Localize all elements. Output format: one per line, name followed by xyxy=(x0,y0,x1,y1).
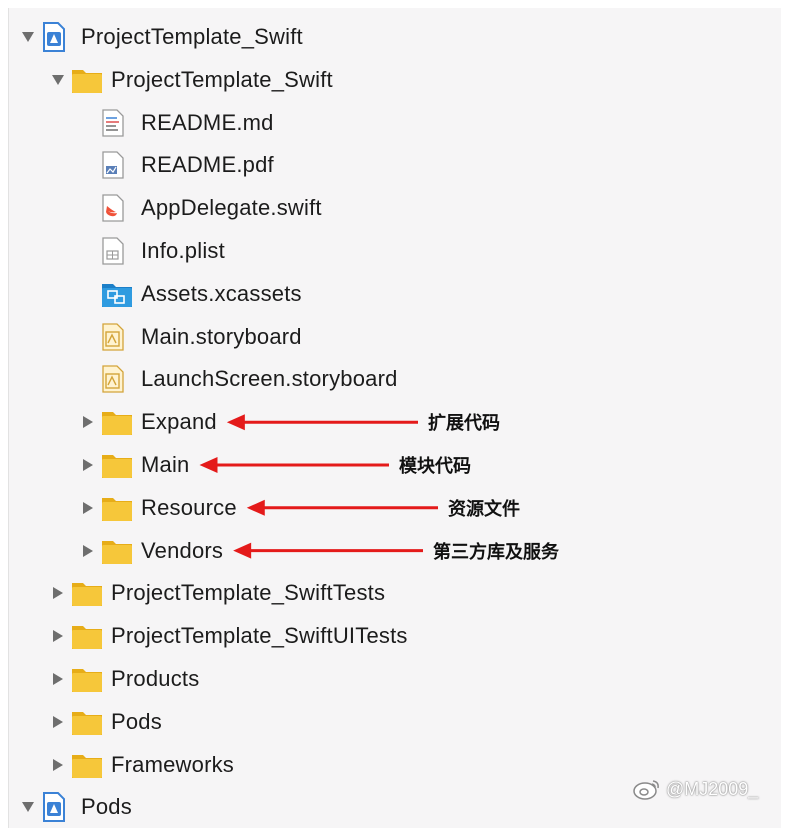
navigator-item-label: Assets.xcassets xyxy=(141,280,302,306)
disclosure-collapsed-icon[interactable] xyxy=(81,457,95,473)
navigator-row-resource[interactable]: Resource xyxy=(81,488,237,528)
folder-icon xyxy=(101,493,135,523)
disclosure-expanded-icon[interactable] xyxy=(21,799,35,815)
folder-icon xyxy=(101,536,135,566)
disclosure-placeholder xyxy=(81,157,95,173)
folder-icon xyxy=(71,65,105,95)
navigator-item-label: Expand xyxy=(141,409,217,435)
navigator-row-vendors[interactable]: Vendors xyxy=(81,531,223,571)
disclosure-expanded-icon[interactable] xyxy=(21,29,35,45)
navigator-row-expand[interactable]: Expand xyxy=(81,402,217,442)
navigator-item-label: ProjectTemplate_Swift xyxy=(81,24,303,49)
watermark: @MJ2009_ xyxy=(632,774,758,804)
disclosure-collapsed-icon[interactable] xyxy=(81,543,95,559)
folder-icon xyxy=(71,707,105,737)
navigator-item-label: Info.plist xyxy=(141,238,225,263)
annotation-label: 模块代码 xyxy=(399,445,471,485)
navigator-row-launchscreen-storyboard[interactable]: LaunchScreen.storyboard xyxy=(81,359,398,399)
project-file-icon xyxy=(41,792,75,823)
folder-icon xyxy=(71,664,105,694)
navigator-row-projecttemplate-swiftuitests[interactable]: ProjectTemplate_SwiftUITests xyxy=(51,616,408,656)
navigator-item-label: Main.storyboard xyxy=(141,323,302,349)
navigator-item-label: Resource xyxy=(141,494,237,520)
navigator-item-label: README.md xyxy=(141,109,274,135)
plist-file-icon xyxy=(101,236,135,266)
navigator-item-label: AppDelegate.swift xyxy=(141,195,322,221)
folder-icon xyxy=(101,407,135,437)
navigator-item-label: Vendors xyxy=(141,537,224,563)
navigator-row-appdelegate-swift[interactable]: AppDelegate.swift xyxy=(81,188,322,228)
folder-icon xyxy=(71,621,105,651)
disclosure-collapsed-icon[interactable] xyxy=(81,414,95,430)
disclosure-placeholder xyxy=(81,371,95,387)
folder-icon xyxy=(71,750,105,780)
navigator-row-projecttemplate-swift[interactable]: ProjectTemplate_Swift xyxy=(51,60,333,100)
disclosure-collapsed-icon[interactable] xyxy=(51,714,65,730)
disclosure-collapsed-icon[interactable] xyxy=(51,671,65,687)
asset-catalog-icon xyxy=(101,279,135,309)
disclosure-collapsed-icon[interactable] xyxy=(51,757,65,773)
navigator-row-products[interactable]: Products xyxy=(51,659,199,699)
navigator-item-label: Products xyxy=(111,666,200,691)
pdf-file-icon xyxy=(101,150,135,180)
annotation-label: 扩展代码 xyxy=(428,402,500,442)
navigator-item-label: Pods xyxy=(111,708,162,734)
navigator-row-projecttemplate-swift[interactable]: ProjectTemplate_Swift xyxy=(21,17,303,57)
weibo-logo-icon xyxy=(632,777,662,801)
navigator-item-label: README.pdf xyxy=(141,152,274,178)
navigator-item-label: ProjectTemplate_Swift xyxy=(111,66,333,92)
annotation-text: 资源文件 xyxy=(448,498,520,520)
folder-icon xyxy=(71,578,105,608)
folder-icon xyxy=(101,450,135,480)
navigator-row-pods[interactable]: Pods xyxy=(21,787,132,827)
navigator-item-label: Frameworks xyxy=(111,751,235,777)
watermark-text: @MJ2009_ xyxy=(666,778,759,799)
disclosure-placeholder xyxy=(81,200,95,216)
navigator-item-label: LaunchScreen.storyboard xyxy=(141,366,398,392)
screenshot-border-top xyxy=(0,0,785,8)
annotation-label: 资源文件 xyxy=(448,488,520,528)
disclosure-placeholder xyxy=(81,329,95,345)
navigator-row-info-plist[interactable]: Info.plist xyxy=(81,231,225,271)
navigator-row-frameworks[interactable]: Frameworks xyxy=(51,745,234,785)
navigator-item-label: ProjectTemplate_SwiftUITests xyxy=(111,623,408,649)
annotation-text: 第三方库及服务 xyxy=(433,541,559,563)
navigator-row-readme-pdf[interactable]: README.pdf xyxy=(81,145,274,185)
disclosure-collapsed-icon[interactable] xyxy=(51,628,65,644)
navigator-row-main-storyboard[interactable]: Main.storyboard xyxy=(81,317,302,357)
navigator-item-label: ProjectTemplate_SwiftTests xyxy=(111,580,386,606)
navigator-row-projecttemplate-swifttests[interactable]: ProjectTemplate_SwiftTests xyxy=(51,573,385,613)
disclosure-placeholder xyxy=(81,243,95,259)
disclosure-collapsed-icon[interactable] xyxy=(51,585,65,601)
disclosure-placeholder xyxy=(81,286,95,302)
project-navigator: ProjectTemplate_Swift ProjectTemplate_Sw… xyxy=(8,8,781,828)
navigator-item-label: Main xyxy=(141,452,190,477)
annotation-text: 模块代码 xyxy=(399,456,471,477)
markdown-file-icon xyxy=(101,108,135,138)
project-file-icon xyxy=(41,22,75,52)
disclosure-expanded-icon[interactable] xyxy=(51,72,65,88)
navigator-row-assets-xcassets[interactable]: Assets.xcassets xyxy=(81,274,302,314)
navigator-row-readme-md[interactable]: README.md xyxy=(81,103,274,143)
navigator-item-label: Pods xyxy=(81,794,132,820)
disclosure-collapsed-icon[interactable] xyxy=(81,500,95,516)
storyboard-file-icon xyxy=(101,322,135,352)
navigator-row-pods[interactable]: Pods xyxy=(51,702,162,742)
annotation-text: 扩展代码 xyxy=(428,413,500,435)
navigator-row-main[interactable]: Main xyxy=(81,445,190,485)
screenshot-border-left xyxy=(0,0,8,828)
annotation-label: 第三方库及服务 xyxy=(433,531,559,571)
swift-file-icon xyxy=(101,193,135,223)
storyboard-file-icon xyxy=(101,364,135,394)
disclosure-placeholder xyxy=(81,115,95,131)
